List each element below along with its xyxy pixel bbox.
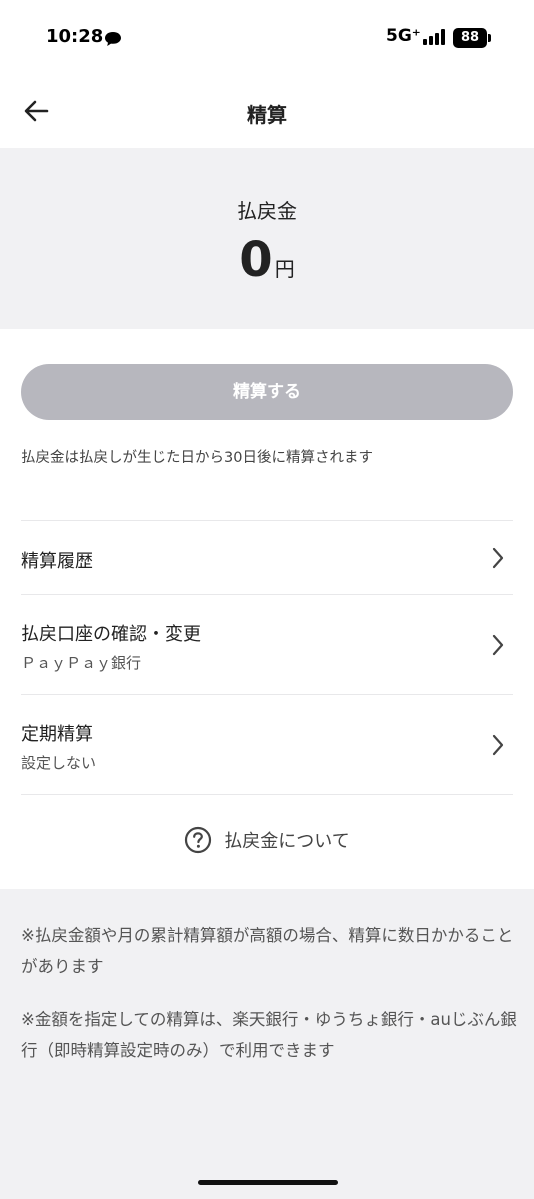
nav-bar: 精算 xyxy=(0,76,534,148)
page-title: 精算 xyxy=(247,103,287,127)
menu-item-title: 精算履歴 xyxy=(21,551,93,572)
chevron-right-icon xyxy=(492,634,504,656)
note-high-amount: ※払戻金額や月の累計精算額が高額の場合、精算に数日かかることがあります xyxy=(21,926,514,976)
menu-item-refund-account[interactable]: 払戻口座の確認・変更 ＰａｙＰａｙ銀行 xyxy=(21,595,513,695)
message-bubble-icon xyxy=(105,32,121,46)
menu-item-subtitle: ＰａｙＰａｙ銀行 xyxy=(21,654,142,672)
note-specified-amount: ※金額を指定しての精算は、楽天銀行・ゆうちょ銀行・auじぶん銀行（即時精算設定時… xyxy=(21,1010,517,1060)
signal-strength-icon xyxy=(423,29,445,45)
chevron-right-icon xyxy=(492,547,504,569)
battery-tip xyxy=(488,34,491,42)
about-refund-link[interactable]: 払戻金について xyxy=(0,826,534,862)
battery-icon: 88 xyxy=(453,28,487,48)
status-bar: 10:28 5G⁺ 88 xyxy=(0,0,534,76)
network-label: 5G⁺ xyxy=(386,26,421,46)
balance-unit: 円 xyxy=(274,257,295,281)
settle-note: 払戻金は払戻しが生じた日から30日後に精算されます xyxy=(21,450,373,466)
menu-item-settlement-history[interactable]: 精算履歴 xyxy=(21,520,513,595)
about-refund-label: 払戻金について xyxy=(224,831,350,852)
balance-section: 払戻金 0円 xyxy=(0,148,534,329)
home-indicator xyxy=(198,1180,338,1185)
menu-item-title: 払戻口座の確認・変更 xyxy=(21,624,201,645)
menu-item-periodic-settlement[interactable]: 定期精算 設定しない xyxy=(21,695,513,795)
menu-item-subtitle: 設定しない xyxy=(21,754,97,772)
chevron-right-icon xyxy=(492,734,504,756)
menu-item-title: 定期精算 xyxy=(21,724,93,745)
settle-button[interactable]: 精算する xyxy=(21,364,513,420)
balance-amount: 0 xyxy=(239,232,273,288)
status-time: 10:28 xyxy=(46,26,104,47)
balance-amount-wrap: 0円 xyxy=(0,232,534,288)
question-circle-icon xyxy=(185,826,212,854)
balance-label: 払戻金 xyxy=(237,199,297,223)
notes-section: ※払戻金額や月の累計精算額が高額の場合、精算に数日かかることがあります ※金額を… xyxy=(0,889,534,1199)
